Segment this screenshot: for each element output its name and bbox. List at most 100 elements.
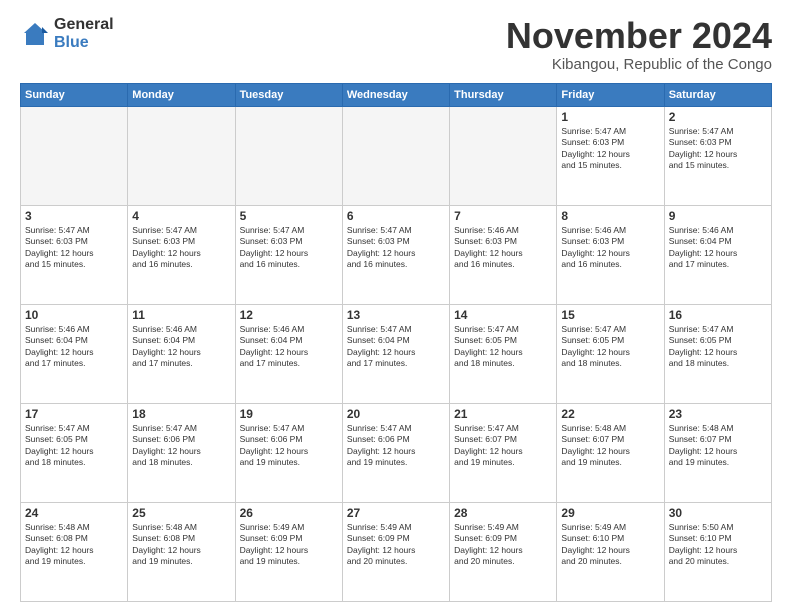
day-number: 24 xyxy=(25,506,123,520)
day-info: Sunrise: 5:47 AMSunset: 6:06 PMDaylight:… xyxy=(240,423,338,469)
day-info: Sunrise: 5:49 AMSunset: 6:09 PMDaylight:… xyxy=(347,522,445,568)
calendar-cell: 12 Sunrise: 5:46 AMSunset: 6:04 PMDayligh… xyxy=(235,304,342,403)
calendar-cell: 2Sunrise: 5:47 AMSunset: 6:03 PMDaylight… xyxy=(664,106,771,205)
calendar-cell: 4 Sunrise: 5:47 AMSunset: 6:03 PMDaylight… xyxy=(128,205,235,304)
day-number: 3 xyxy=(25,209,123,223)
day-info: Sunrise: 5:47 AMSunset: 6:03 PMDaylight:… xyxy=(25,225,123,271)
day-info: Sunrise: 5:48 AMSunset: 6:08 PMDaylight:… xyxy=(132,522,230,568)
day-number: 5 xyxy=(240,209,338,223)
day-info: Sunrise: 5:47 AMSunset: 6:03 PMDaylight:… xyxy=(132,225,230,271)
day-info: Sunrise: 5:49 AMSunset: 6:09 PMDaylight:… xyxy=(240,522,338,568)
calendar-cell: 6 Sunrise: 5:47 AMSunset: 6:03 PMDaylight… xyxy=(342,205,449,304)
header-row: SundayMondayTuesdayWednesdayThursdayFrid… xyxy=(21,83,772,106)
day-header-saturday: Saturday xyxy=(664,83,771,106)
day-number: 25 xyxy=(132,506,230,520)
day-info: Sunrise: 5:47 AMSunset: 6:05 PMDaylight:… xyxy=(669,324,767,370)
calendar-cell: 17 Sunrise: 5:47 AMSunset: 6:05 PMDayligh… xyxy=(21,403,128,502)
day-info: Sunrise: 5:47 AMSunset: 6:05 PMDaylight:… xyxy=(25,423,123,469)
day-info: Sunrise: 5:50 AMSunset: 6:10 PMDaylight:… xyxy=(669,522,767,568)
day-header-tuesday: Tuesday xyxy=(235,83,342,106)
title-block: November 2024 Kibangou, Republic of the … xyxy=(506,16,772,73)
calendar-cell: 19 Sunrise: 5:47 AMSunset: 6:06 PMDayligh… xyxy=(235,403,342,502)
day-header-wednesday: Wednesday xyxy=(342,83,449,106)
calendar-cell: 10 Sunrise: 5:46 AMSunset: 6:04 PMDayligh… xyxy=(21,304,128,403)
day-info: Sunrise: 5:48 AMSunset: 6:07 PMDaylight:… xyxy=(669,423,767,469)
day-info: Sunrise: 5:49 AMSunset: 6:10 PMDaylight:… xyxy=(561,522,659,568)
day-info: Sunrise: 5:46 AMSunset: 6:03 PMDaylight:… xyxy=(561,225,659,271)
calendar-cell: 15 Sunrise: 5:47 AMSunset: 6:05 PMDayligh… xyxy=(557,304,664,403)
day-number: 19 xyxy=(240,407,338,421)
day-number: 16 xyxy=(669,308,767,322)
day-number: 23 xyxy=(669,407,767,421)
day-info: Sunrise: 5:48 AMSunset: 6:08 PMDaylight:… xyxy=(25,522,123,568)
calendar-cell: 8 Sunrise: 5:46 AMSunset: 6:03 PMDaylight… xyxy=(557,205,664,304)
day-info: Sunrise: 5:47 AMSunset: 6:05 PMDaylight:… xyxy=(454,324,552,370)
calendar-header: SundayMondayTuesdayWednesdayThursdayFrid… xyxy=(21,83,772,106)
day-number: 14 xyxy=(454,308,552,322)
day-number: 18 xyxy=(132,407,230,421)
calendar-cell: 1Sunrise: 5:47 AMSunset: 6:03 PMDaylight… xyxy=(557,106,664,205)
day-number: 13 xyxy=(347,308,445,322)
calendar-table: SundayMondayTuesdayWednesdayThursdayFrid… xyxy=(20,83,772,602)
day-number: 11 xyxy=(132,308,230,322)
calendar-cell: 28Sunrise: 5:49 AMSunset: 6:09 PMDayligh… xyxy=(450,502,557,601)
day-number: 21 xyxy=(454,407,552,421)
calendar-cell: 26Sunrise: 5:49 AMSunset: 6:09 PMDayligh… xyxy=(235,502,342,601)
calendar-cell xyxy=(235,106,342,205)
page: General Blue November 2024 Kibangou, Rep… xyxy=(0,0,792,612)
day-number: 7 xyxy=(454,209,552,223)
day-number: 17 xyxy=(25,407,123,421)
day-number: 9 xyxy=(669,209,767,223)
day-number: 22 xyxy=(561,407,659,421)
day-info: Sunrise: 5:47 AMSunset: 6:05 PMDaylight:… xyxy=(561,324,659,370)
day-number: 8 xyxy=(561,209,659,223)
day-number: 6 xyxy=(347,209,445,223)
calendar-cell: 11 Sunrise: 5:46 AMSunset: 6:04 PMDayligh… xyxy=(128,304,235,403)
calendar-cell: 9Sunrise: 5:46 AMSunset: 6:04 PMDaylight… xyxy=(664,205,771,304)
day-number: 10 xyxy=(25,308,123,322)
day-number: 4 xyxy=(132,209,230,223)
day-info: Sunrise: 5:47 AMSunset: 6:03 PMDaylight:… xyxy=(669,126,767,172)
calendar-cell: 30Sunrise: 5:50 AMSunset: 6:10 PMDayligh… xyxy=(664,502,771,601)
day-header-monday: Monday xyxy=(128,83,235,106)
day-number: 28 xyxy=(454,506,552,520)
day-info: Sunrise: 5:48 AMSunset: 6:07 PMDaylight:… xyxy=(561,423,659,469)
calendar-cell: 7 Sunrise: 5:46 AMSunset: 6:03 PMDaylight… xyxy=(450,205,557,304)
logo-icon xyxy=(20,19,50,49)
day-number: 27 xyxy=(347,506,445,520)
day-info: Sunrise: 5:47 AMSunset: 6:04 PMDaylight:… xyxy=(347,324,445,370)
calendar-cell: 14 Sunrise: 5:47 AMSunset: 6:05 PMDayligh… xyxy=(450,304,557,403)
day-number: 20 xyxy=(347,407,445,421)
calendar-cell xyxy=(21,106,128,205)
day-info: Sunrise: 5:47 AMSunset: 6:06 PMDaylight:… xyxy=(347,423,445,469)
day-info: Sunrise: 5:47 AMSunset: 6:06 PMDaylight:… xyxy=(132,423,230,469)
day-info: Sunrise: 5:46 AMSunset: 6:04 PMDaylight:… xyxy=(25,324,123,370)
calendar-cell: 29Sunrise: 5:49 AMSunset: 6:10 PMDayligh… xyxy=(557,502,664,601)
day-info: Sunrise: 5:46 AMSunset: 6:03 PMDaylight:… xyxy=(454,225,552,271)
calendar-cell: 22 Sunrise: 5:48 AMSunset: 6:07 PMDayligh… xyxy=(557,403,664,502)
day-number: 12 xyxy=(240,308,338,322)
calendar-cell xyxy=(128,106,235,205)
day-header-friday: Friday xyxy=(557,83,664,106)
day-info: Sunrise: 5:47 AMSunset: 6:03 PMDaylight:… xyxy=(347,225,445,271)
calendar-cell: 27 Sunrise: 5:49 AMSunset: 6:09 PMDayligh… xyxy=(342,502,449,601)
logo-blue-text: Blue xyxy=(54,34,114,52)
day-info: Sunrise: 5:46 AMSunset: 6:04 PMDaylight:… xyxy=(240,324,338,370)
calendar-cell: 20 Sunrise: 5:47 AMSunset: 6:06 PMDayligh… xyxy=(342,403,449,502)
calendar-body: 1 Sunrise: 5:47 AMSunset: 6:03 PMDaylight… xyxy=(21,106,772,601)
calendar-cell: 24 Sunrise: 5:48 AMSunset: 6:08 PMDayligh… xyxy=(21,502,128,601)
calendar-cell: 18 Sunrise: 5:47 AMSunset: 6:06 PMDayligh… xyxy=(128,403,235,502)
calendar-cell xyxy=(342,106,449,205)
calendar-cell: 3 Sunrise: 5:47 AMSunset: 6:03 PMDaylight… xyxy=(21,205,128,304)
day-number: 1 xyxy=(561,110,659,124)
location: Kibangou, Republic of the Congo xyxy=(506,56,772,73)
logo-general-text: General xyxy=(54,16,114,34)
day-info: Sunrise: 5:46 AMSunset: 6:04 PMDaylight:… xyxy=(132,324,230,370)
week-row-1: 1 Sunrise: 5:47 AMSunset: 6:03 PMDaylight… xyxy=(21,106,772,205)
calendar-cell: 21 Sunrise: 5:47 AMSunset: 6:07 PMDayligh… xyxy=(450,403,557,502)
day-info: Sunrise: 5:47 AMSunset: 6:07 PMDaylight:… xyxy=(454,423,552,469)
week-row-4: 17 Sunrise: 5:47 AMSunset: 6:05 PMDayligh… xyxy=(21,403,772,502)
day-number: 15 xyxy=(561,308,659,322)
day-info: Sunrise: 5:47 AMSunset: 6:03 PMDaylight:… xyxy=(240,225,338,271)
header: General Blue November 2024 Kibangou, Rep… xyxy=(20,16,772,73)
